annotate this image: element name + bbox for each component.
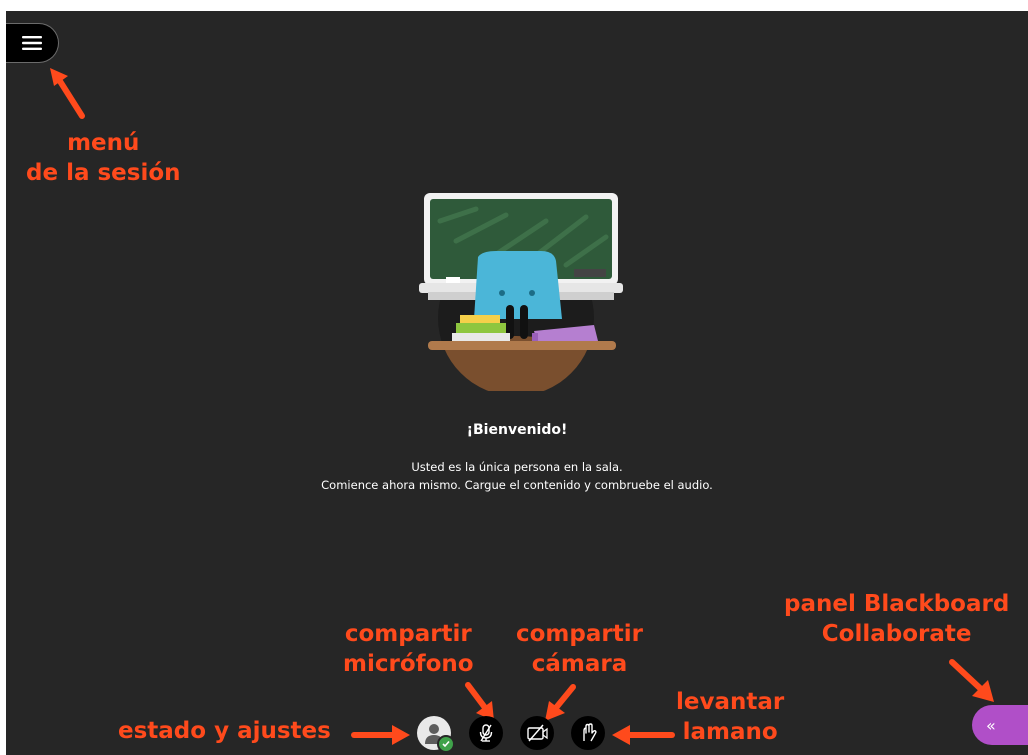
classroom-illustration xyxy=(419,193,623,391)
menu-annotation-line1: menú xyxy=(67,130,140,156)
welcome-message: Usted es la única persona en la sala. Co… xyxy=(6,458,1028,494)
hand-annotation-arrow xyxy=(612,725,675,745)
check-icon xyxy=(442,740,450,748)
session-stage: menú de la sesión ¡Bienvenido! Usted es … xyxy=(6,11,1028,755)
camera-annotation-line1: compartir xyxy=(516,621,643,647)
raise-hand-icon xyxy=(583,723,597,742)
welcome-line1: Usted es la única persona en la sala. xyxy=(411,460,623,474)
welcome-title: ¡Bienvenido! xyxy=(466,422,568,438)
menu-annotation: menú de la sesión xyxy=(26,128,181,188)
camera-annotation: compartir cámara xyxy=(516,619,643,679)
mic-annotation-line2: micrófono xyxy=(343,651,474,677)
raise-hand-button[interactable] xyxy=(571,716,605,750)
share-camera-button[interactable] xyxy=(520,716,554,750)
session-menu-button[interactable] xyxy=(6,23,59,63)
panel-annotation-arrow xyxy=(949,659,994,702)
menu-annotation-arrow xyxy=(50,68,85,119)
collaborate-panel-button[interactable]: « xyxy=(972,705,1028,745)
hand-annotation-line2: lamano xyxy=(682,719,778,745)
status-badge xyxy=(437,735,455,753)
double-chevron-left-icon: « xyxy=(986,715,996,735)
panel-annotation: panel Blackboard Collaborate xyxy=(784,589,1009,649)
hamburger-icon xyxy=(22,36,42,50)
menu-annotation-line2: de la sesión xyxy=(26,160,181,186)
status-annotation: estado y ajustes xyxy=(118,718,331,744)
camera-annotation-line2: cámara xyxy=(531,651,628,677)
welcome-line2: Comience ahora mismo. Cargue el contenid… xyxy=(321,478,713,492)
mic-annotation-line1: compartir xyxy=(344,621,472,647)
mic-annotation: compartir micrófono xyxy=(343,619,474,679)
hand-annotation-line1: levantar xyxy=(676,689,785,715)
my-status-settings-button[interactable] xyxy=(417,716,455,753)
camera-annotation-arrow xyxy=(545,684,576,721)
share-microphone-button[interactable] xyxy=(469,716,503,750)
panel-annotation-line1: panel Blackboard xyxy=(784,591,1010,617)
microphone-off-icon xyxy=(479,724,493,742)
status-annotation-arrow xyxy=(351,725,410,745)
camera-off-icon xyxy=(527,724,548,742)
panel-annotation-line2: Collaborate xyxy=(821,621,972,647)
hand-annotation: levantar lamano xyxy=(676,687,784,747)
